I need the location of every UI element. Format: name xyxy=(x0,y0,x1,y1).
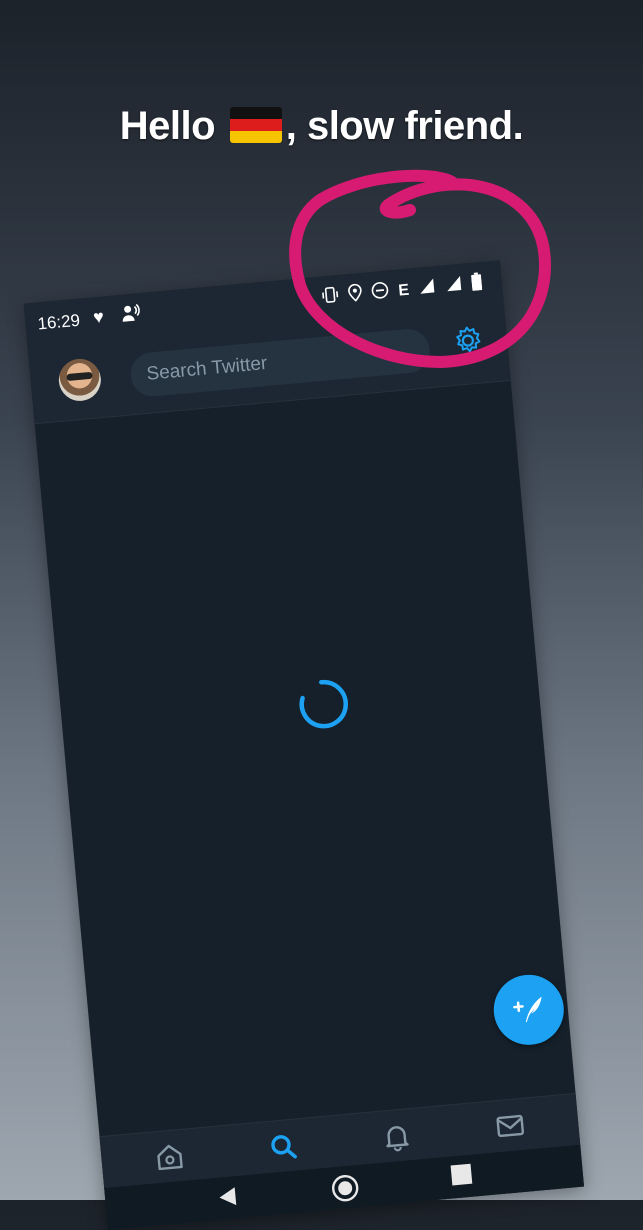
signal-icon xyxy=(417,276,437,301)
signal-2-icon xyxy=(444,274,464,299)
search-input[interactable]: Search Twitter xyxy=(128,327,432,399)
back-triangle-icon[interactable] xyxy=(214,1184,241,1215)
phone-screenshot: 16:29 ♥ E Search Twitter xyxy=(23,260,585,1230)
caption-hello: Hello xyxy=(119,104,216,148)
vibrate-icon xyxy=(321,285,341,310)
germany-flag-icon xyxy=(229,107,282,143)
recents-square-icon[interactable] xyxy=(449,1163,473,1192)
gear-icon[interactable] xyxy=(452,324,485,357)
bell-icon[interactable] xyxy=(379,1119,414,1154)
loading-spinner xyxy=(295,676,351,732)
battery-icon xyxy=(471,272,483,296)
status-icons: E xyxy=(321,272,483,309)
caption-text: Hello , slow friend. xyxy=(0,104,643,149)
network-type: E xyxy=(397,281,410,300)
home-icon[interactable] xyxy=(152,1140,187,1175)
mail-icon[interactable] xyxy=(493,1109,528,1144)
do-not-disturb-icon xyxy=(371,281,391,306)
compose-tweet-button[interactable] xyxy=(490,971,567,1048)
caption-rest: , slow friend. xyxy=(285,104,524,148)
profile-avatar[interactable] xyxy=(57,357,103,403)
heart-icon: ♥ xyxy=(92,306,105,328)
status-time: 16:29 xyxy=(36,310,81,334)
location-icon xyxy=(348,283,364,307)
compose-tweet-icon xyxy=(513,996,542,1023)
search-icon[interactable] xyxy=(266,1129,301,1164)
assistant-icon xyxy=(120,303,142,328)
home-circle-icon[interactable] xyxy=(330,1173,361,1208)
